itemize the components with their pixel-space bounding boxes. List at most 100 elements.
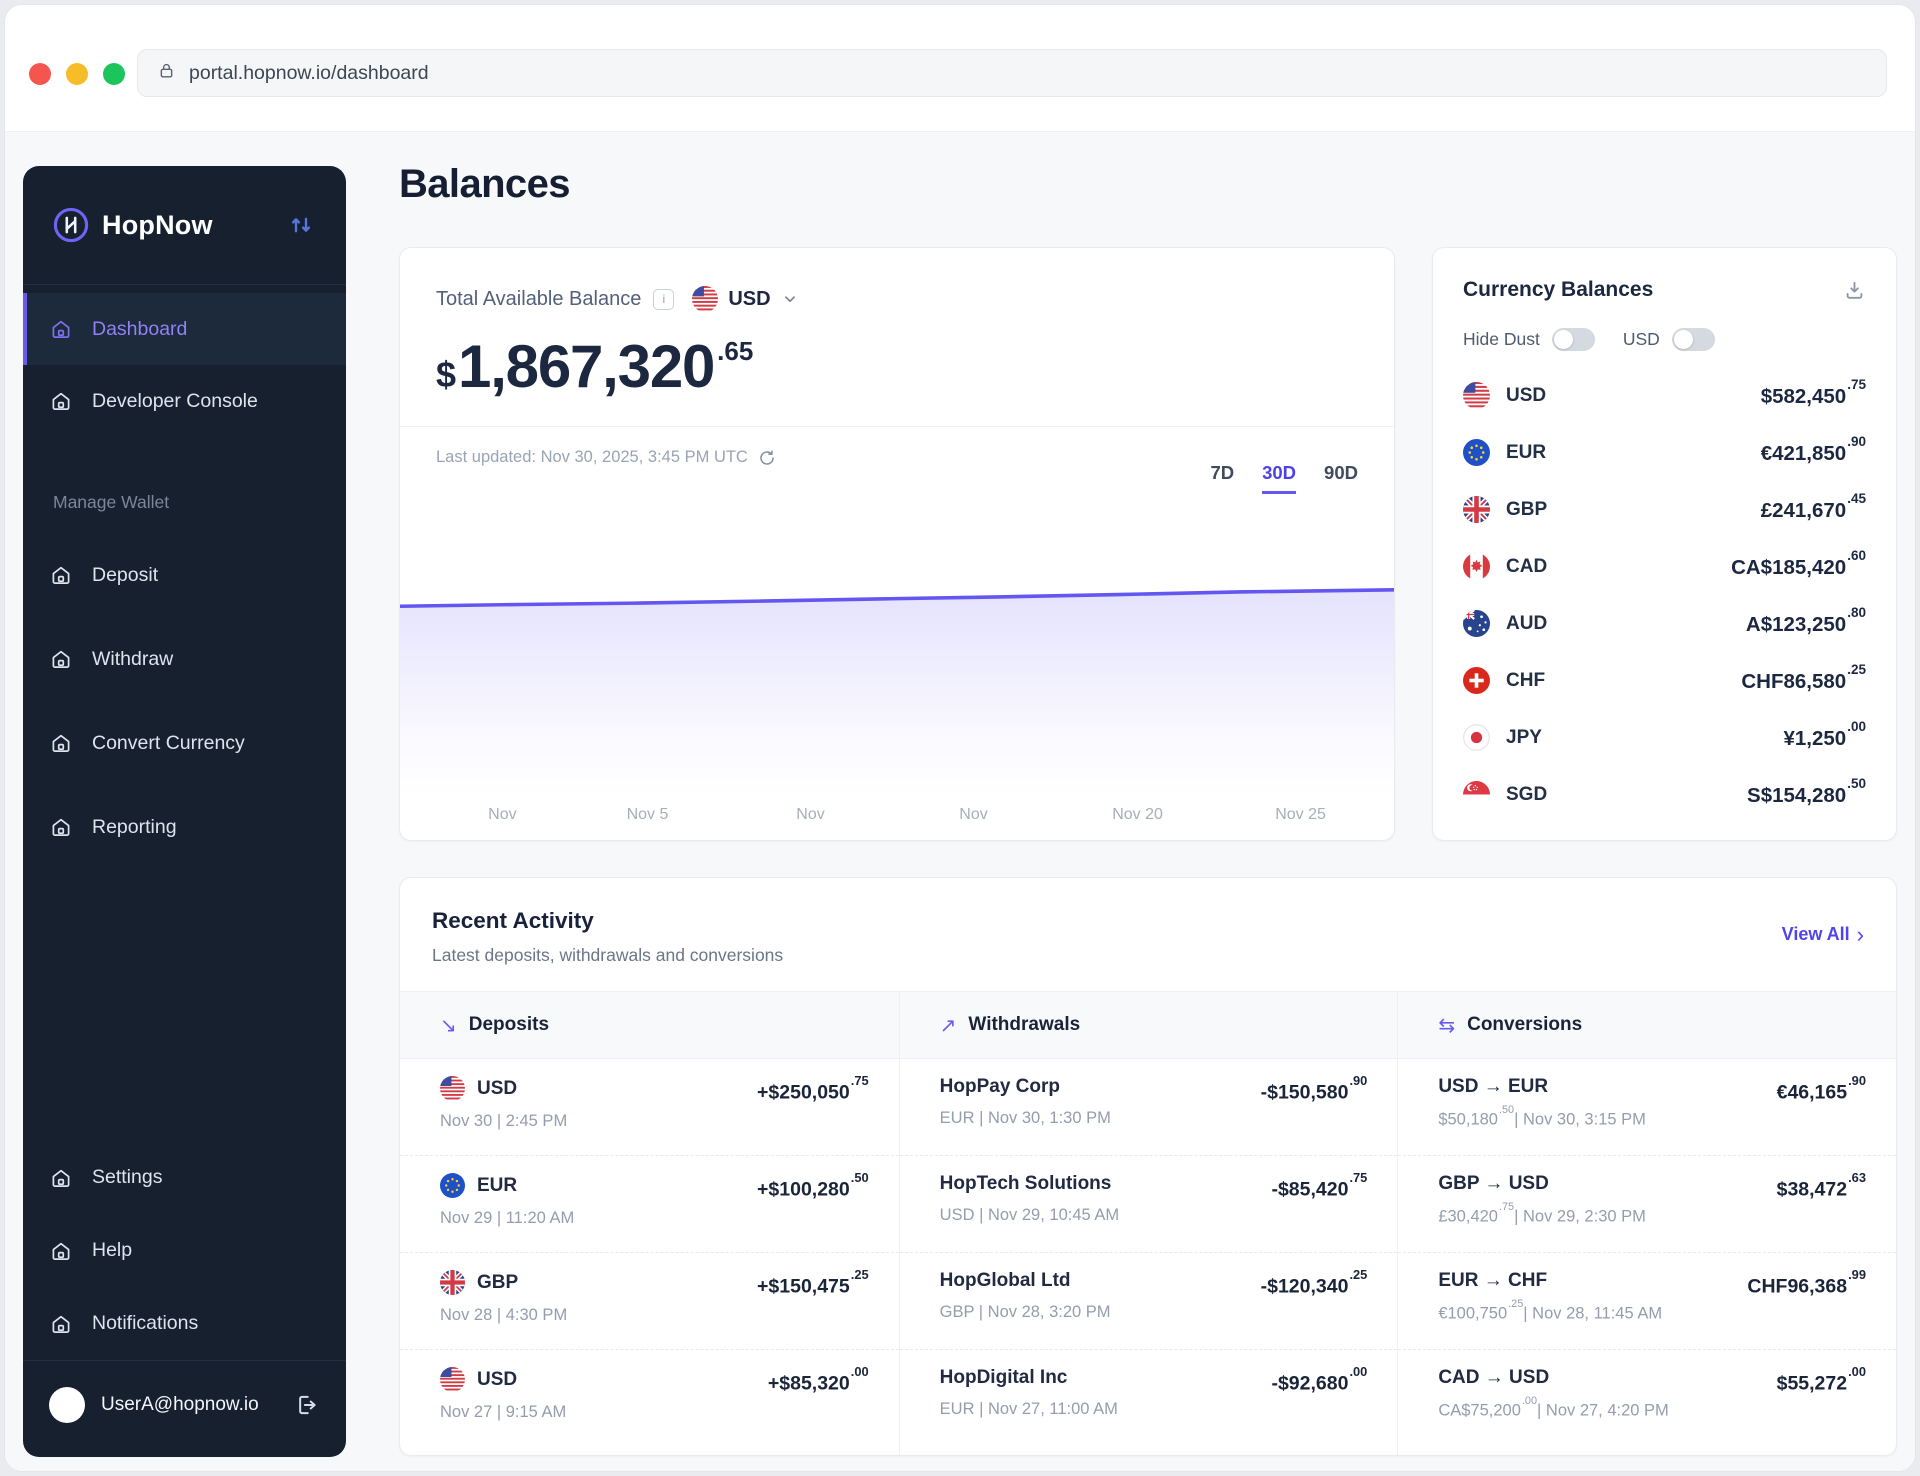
range-tab-7d[interactable]: 7D (1210, 462, 1234, 494)
currency-row-eur[interactable]: EUR €421,850.90 (1463, 424, 1866, 481)
deposit-row[interactable]: USD Nov 30 | 2:45 PM +$250,050.75 (400, 1059, 899, 1156)
withdrawal-datetime: GBP | Nov 28, 3:20 PM (939, 1303, 1111, 1321)
avatar (49, 1387, 85, 1423)
currency-code: USD (1506, 384, 1547, 406)
range-tabs: 7D 30D 90D (1210, 462, 1358, 494)
address-bar[interactable]: portal.hopnow.io/dashboard (137, 49, 1887, 97)
currency-code: CAD (1506, 555, 1548, 577)
sidebar-item-label: Dashboard (92, 317, 188, 340)
currency-amount: S$154,280.50 (1747, 775, 1866, 807)
sidebar-item-deposit[interactable]: Deposit (23, 533, 346, 617)
lock-icon (157, 61, 176, 85)
deposit-row[interactable]: USD Nov 27 | 9:15 AM +$85,320.00 (400, 1350, 899, 1447)
sidebar-item-label: Deposit (92, 563, 159, 586)
currency-code: GBP (1506, 498, 1548, 520)
x-axis-label: Nov (488, 806, 517, 823)
us-flag-icon (440, 1076, 465, 1101)
deposit-row[interactable]: GBP Nov 28 | 4:30 PM +$150,475.25 (400, 1253, 899, 1350)
conversion-row[interactable]: EUR → CHF €100,750.25| Nov 28, 11:45 AM CH… (1398, 1253, 1896, 1350)
sidebar-collapse-icon[interactable] (286, 210, 316, 240)
sidebar-item-dashboard[interactable]: Dashboard (23, 293, 346, 365)
currency-row-sgd[interactable]: SGD S$154,280.50 (1463, 766, 1866, 823)
conversion-amount: €46,165.90 (1776, 1073, 1866, 1104)
refresh-icon[interactable] (758, 449, 776, 467)
range-tab-30d[interactable]: 30D (1262, 462, 1297, 494)
deposit-row[interactable]: EUR Nov 29 | 11:20 AM +$100,280.50 (400, 1156, 899, 1253)
deposit-amount: +$150,475.25 (757, 1267, 869, 1298)
usd-toggle[interactable] (1671, 328, 1715, 351)
view-all-link[interactable]: View All › (1782, 923, 1864, 945)
withdrawal-row[interactable]: HopTech Solutions USD | Nov 29, 10:45 AM -… (899, 1156, 1398, 1253)
jp-flag-icon (1463, 724, 1490, 751)
maximize-window-button[interactable] (103, 63, 125, 85)
x-axis-label: Nov 20 (1112, 806, 1163, 823)
withdrawal-row[interactable]: HopDigital Inc EUR | Nov 27, 11:00 AM -$92… (900, 1350, 1398, 1447)
minimize-window-button[interactable] (66, 63, 88, 85)
x-axis-label: Nov (796, 806, 825, 823)
url-text: portal.hopnow.io/dashboard (189, 61, 429, 84)
eu-flag-icon (440, 1173, 465, 1198)
balance-currency-selector[interactable]: USD (692, 286, 798, 312)
ca-flag-icon (1463, 553, 1490, 580)
gb-flag-icon (440, 1270, 465, 1295)
conversion-pair: EUR → CHF (1438, 1270, 1548, 1291)
total-balance-card: Total Available Balance i USD $1,867,320… (399, 247, 1395, 841)
last-updated-text: Last updated: Nov 30, 2025, 3:45 PM UTC (436, 448, 748, 466)
hopnow-logo-icon (53, 207, 89, 243)
balance-currency: USD (728, 287, 771, 310)
sidebar-item-reporting[interactable]: Reporting (23, 785, 346, 869)
hide-dust-toggle[interactable] (1551, 328, 1595, 351)
activity-column-headers: ↘ Deposits ↗ Withdrawals ⇆ Conversions (400, 991, 1896, 1059)
sg-flag-icon (1463, 781, 1490, 808)
range-tab-90d[interactable]: 90D (1324, 462, 1358, 494)
sidebar-item-settings[interactable]: Settings (23, 1141, 346, 1214)
close-window-button[interactable] (29, 63, 51, 85)
sidebar-item-notifications[interactable]: Notifications (23, 1287, 346, 1360)
withdrawal-row[interactable]: HopGlobal Ltd GBP | Nov 28, 3:20 PM -$120,… (899, 1253, 1398, 1350)
conversion-source: CA$75,200.00| Nov 27, 4:20 PM (1438, 1395, 1669, 1420)
conversion-row[interactable]: USD → EUR $50,180.50| Nov 30, 3:15 PM €46,… (1398, 1059, 1896, 1156)
logout-icon[interactable] (292, 1391, 320, 1419)
swap-arrows-icon: ⇆ (1438, 1013, 1456, 1037)
withdrawals-header: ↗ Withdrawals (898, 992, 1398, 1058)
currency-code: SGD (1506, 783, 1548, 805)
us-flag-icon (440, 1367, 465, 1392)
gb-flag-icon (1463, 496, 1490, 523)
sidebar-item-withdraw[interactable]: Withdraw (23, 617, 346, 701)
currency-row-gbp[interactable]: GBP £241,670.45 (1463, 481, 1866, 538)
deposit-amount: +$85,320.00 (767, 1364, 869, 1395)
currency-list: USD $582,450.75 EUR €421,850.90 GBP £241,670.… (1433, 351, 1896, 823)
conversion-pair: USD → EUR (1438, 1076, 1549, 1097)
ch-flag-icon (1463, 667, 1490, 694)
user-account-row[interactable]: UserA@hopnow.io (23, 1361, 346, 1457)
currency-row-usd[interactable]: USD $582,450.75 (1463, 367, 1866, 424)
deposit-amount: +$250,050.75 (757, 1073, 869, 1104)
currency-code: EUR (1506, 441, 1547, 463)
currency-balances-card: Currency Balances Hide Dust USD USD $582,… (1432, 247, 1897, 841)
deposit-datetime: Nov 27 | 9:15 AM (440, 1403, 567, 1421)
user-email: UserA@hopnow.io (101, 1394, 259, 1415)
currency-row-jpy[interactable]: JPY ¥1,250.00 (1463, 709, 1866, 766)
withdrawal-row[interactable]: HopPay Corp EUR | Nov 30, 1:30 PM -$150,58… (899, 1059, 1398, 1156)
download-icon[interactable] (1843, 279, 1866, 302)
sidebar-item-label: Reporting (92, 815, 177, 838)
deposit-datetime: Nov 30 | 2:45 PM (440, 1112, 568, 1130)
currency-row-chf[interactable]: CHF CHF86,580.25 (1463, 652, 1866, 709)
dashboard-page: HopNow Dashboard Developer Console Manage… (5, 132, 1915, 1471)
currency-amount: ¥1,250.00 (1783, 718, 1867, 750)
currency-row-cad[interactable]: CAD CA$185,420.60 (1463, 538, 1866, 595)
sidebar-nav-wallet: Deposit Withdraw Convert Currency Reporting (23, 517, 346, 869)
conversion-row[interactable]: GBP → USD £30,420.75| Nov 29, 2:30 PM $38,… (1398, 1156, 1896, 1253)
sidebar-item-help[interactable]: Help (23, 1214, 346, 1287)
conversion-row[interactable]: CAD → USD CA$75,200.00| Nov 27, 4:20 PM $5… (1398, 1350, 1896, 1447)
withdrawal-amount: -$92,680.00 (1271, 1364, 1368, 1395)
page-title: Balances (399, 162, 570, 206)
brand-row: HopNow (23, 166, 346, 284)
conversion-source: $50,180.50| Nov 30, 3:15 PM (1438, 1104, 1646, 1129)
sidebar-item-developer-console[interactable]: Developer Console (23, 365, 346, 437)
info-icon[interactable]: i (653, 288, 675, 310)
window-controls (29, 63, 125, 85)
currency-amount: CHF86,580.25 (1741, 661, 1866, 693)
currency-row-aud[interactable]: AUD A$123,250.80 (1463, 595, 1866, 652)
sidebar-item-convert-currency[interactable]: Convert Currency (23, 701, 346, 785)
